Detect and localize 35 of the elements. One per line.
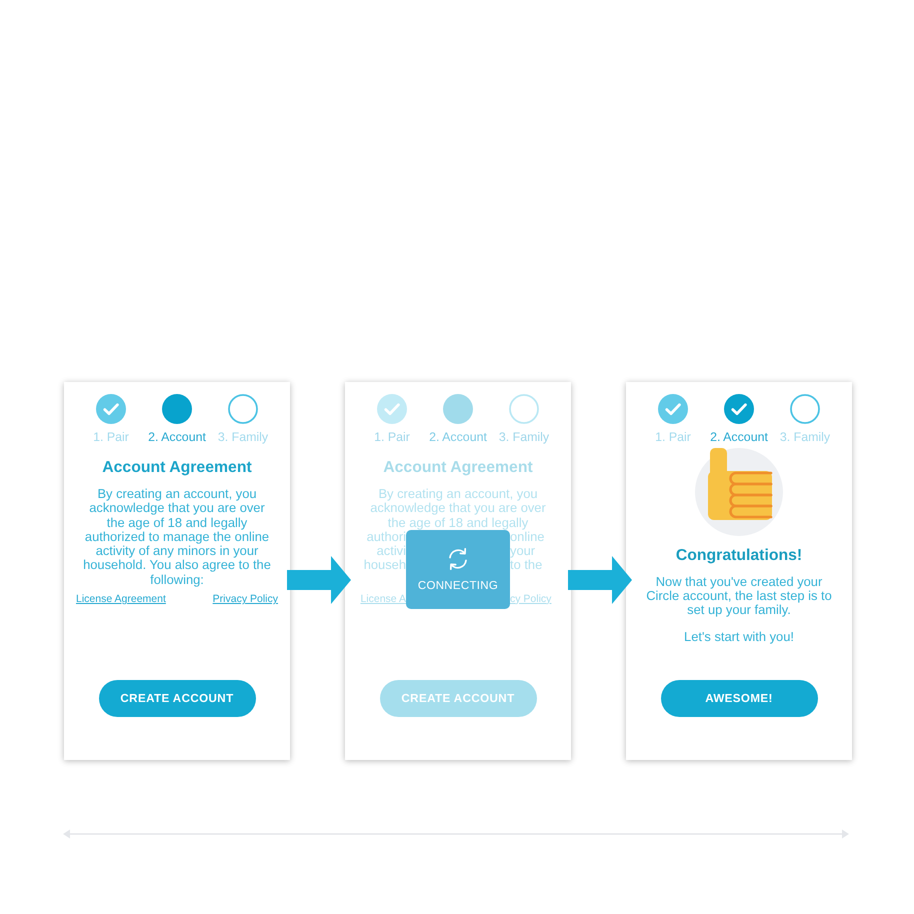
step-label: 1. Pair [93,430,129,444]
step-label: 1. Pair [374,430,410,444]
screen-title: Congratulations! [676,547,802,565]
body-text: By creating an account, you acknowledge that you are over the age of 18 and legally authorized to manage the online activity of any minors in your household. You also agree to the following: [82,487,272,588]
text-link[interactable]: License A [360,592,406,605]
screen-title: Account Agreement [102,459,252,477]
flow-arrow [568,556,632,604]
step-label: 2. Account [148,430,206,444]
step-label: 3. Family [498,430,550,444]
body-text: By creating an account, you [377,487,539,502]
step-label: 3. Family [780,430,830,444]
thumbs-up-icon [695,448,783,536]
note-text: Let's start with you! [684,630,794,644]
body-text: to the [510,558,542,573]
step-label: 3. Family [218,430,268,444]
body-text: online [510,530,544,544]
create-account-button[interactable]: CREATE ACCOUNT [98,680,256,717]
body-text: the age of 18 and legally [388,516,530,530]
create-account-button[interactable]: CREATE ACCOUNT [380,680,536,717]
text-link[interactable]: License Agreement [76,593,166,606]
text-link[interactable]: cy Policy [510,592,552,605]
body-text: activi [376,544,406,558]
status-label: CONNECTING [418,580,498,593]
step-label: 1. Pair [655,430,691,444]
flow-arrow [287,556,351,604]
screen-title: Account Agreement [383,459,533,477]
body-text: househ [364,558,406,573]
body-text: your [510,544,536,558]
step-label: 2. Account [710,430,768,444]
body-text: Now that you've created your Circle account, the last step is to set up your family. [645,575,833,617]
confirm-button[interactable]: AWESOME! [660,680,818,717]
text-link[interactable]: Privacy Policy [212,593,278,606]
step-label: 2. Account [429,430,487,444]
body-text: acknowledge that you are over [369,501,547,516]
body-text: authori [366,530,406,544]
